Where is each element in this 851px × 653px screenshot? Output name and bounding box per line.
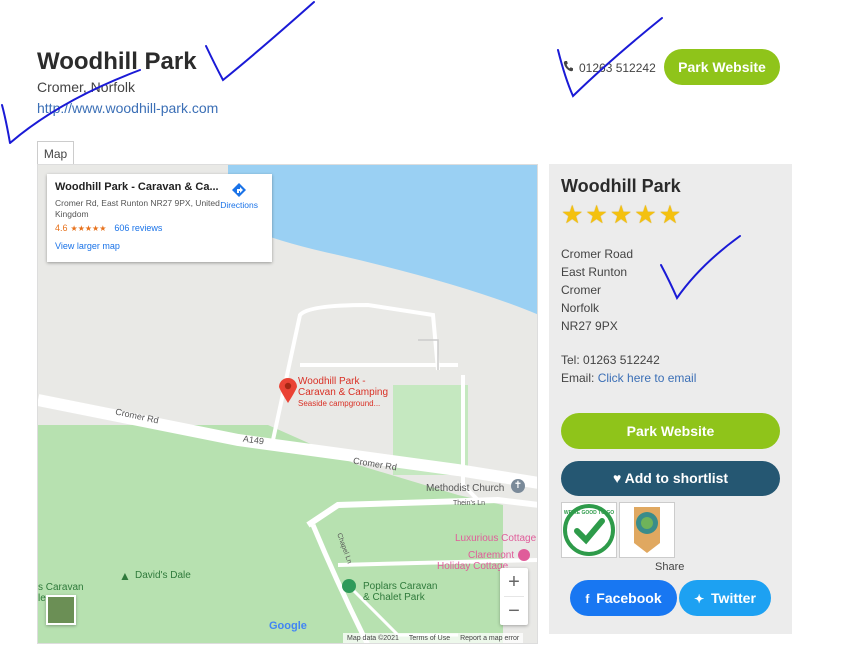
share-label: Share <box>655 561 685 573</box>
panel-website-button[interactable]: Park Website <box>561 413 780 449</box>
facebook-label: Facebook <box>596 590 662 606</box>
caravan-marker-icon <box>342 579 356 593</box>
map-attribution: Map data ©2021 Terms of Use Report a map… <box>343 633 524 643</box>
view-larger-map-link[interactable]: View larger map <box>55 241 264 251</box>
shortlist-label: Add to shortlist <box>624 470 729 486</box>
road-label-theins-ln: Thein's Ln <box>453 500 486 507</box>
poplars-line-2: & Chalet Park <box>363 592 425 603</box>
poplars-line-1: Poplars Caravan <box>363 581 438 592</box>
zoom-controls: + − <box>500 568 528 625</box>
star-icon: ★ <box>658 201 682 229</box>
panel-address: Cromer Road East Runton Cromer Norfolk N… <box>561 245 633 335</box>
tel-label: Tel: <box>561 353 580 367</box>
poi-davids-dale[interactable]: David's Dale <box>135 570 191 581</box>
claremont-line-1: Claremont <box>468 550 515 561</box>
directions-label: Directions <box>220 200 258 210</box>
park-website-link[interactable]: http://www.woodhill-park.com <box>37 100 218 116</box>
email-link[interactable]: Click here to email <box>598 371 697 385</box>
twitter-share-button[interactable]: ✦ Twitter <box>679 580 771 616</box>
email-label: Email: <box>561 371 595 385</box>
facebook-share-button[interactable]: f Facebook <box>570 580 677 616</box>
directions-button[interactable]: Directions <box>220 182 258 210</box>
directions-icon <box>232 183 247 197</box>
address-line: Norfolk <box>561 301 600 315</box>
zoom-in-button[interactable]: + <box>500 568 528 596</box>
star-icon: ★ <box>634 201 657 229</box>
header-phone-number: 01263 512242 <box>579 60 656 75</box>
report-error-link[interactable]: Report a map error <box>460 635 519 643</box>
map-data-text: Map data ©2021 <box>347 635 399 642</box>
map-view[interactable]: Woodhill Park - Caravan & Ca... Cromer R… <box>37 164 538 644</box>
address-line: NR27 9PX <box>561 319 618 333</box>
park-website-button[interactable]: Park Website <box>664 49 780 85</box>
phone-icon <box>563 60 573 75</box>
poi-luxurious-cottage[interactable]: Luxurious Cottage <box>455 533 536 544</box>
tab-map[interactable]: Map <box>37 141 74 166</box>
heart-icon: ♥ <box>612 470 622 486</box>
panel-park-name: Woodhill Park <box>561 176 681 196</box>
header-phone[interactable]: 01263 512242 <box>563 60 656 75</box>
panel-telephone: Tel: 01263 512242 <box>561 353 660 367</box>
facebook-icon: f <box>585 592 590 606</box>
google-logo: Google <box>269 620 307 632</box>
tel-number[interactable]: 01263 512242 <box>583 353 660 367</box>
park-info-panel: Woodhill Park ★ ★ ★ ★ ★ Cromer Road East… <box>549 164 792 634</box>
star-icon: ★ <box>585 201 608 229</box>
star-icon: ★ <box>561 201 584 229</box>
twitter-icon: ✦ <box>694 592 705 606</box>
poi-methodist-church[interactable]: Methodist Church <box>426 483 504 494</box>
star-icon: ★ <box>609 201 633 229</box>
lodging-icon <box>518 549 530 561</box>
park-location: Cromer, Norfolk <box>37 79 136 95</box>
pin-subtitle: Seaside campground... <box>298 399 381 408</box>
pin-title-line-1: Woodhill Park - <box>298 376 366 387</box>
map-card-reviews-link[interactable]: 606 reviews <box>114 223 162 233</box>
add-to-shortlist-button[interactable]: ♥ Add to shortlist <box>561 461 780 496</box>
terms-link[interactable]: Terms of Use <box>409 635 450 643</box>
map-info-card: Woodhill Park - Caravan & Ca... Cromer R… <box>47 174 272 262</box>
church-icon: ✝ <box>511 479 525 493</box>
badge-good-to-go-text: WE'RE GOOD TO GO <box>564 510 614 516</box>
panel-email: Email: Click here to email <box>561 371 696 385</box>
park-title: Woodhill Park <box>37 48 197 75</box>
address-line: Cromer <box>561 283 602 297</box>
address-line: East Runton <box>561 265 628 279</box>
award-badge <box>619 502 675 558</box>
map-card-stars: ★★★★★ <box>70 223 107 233</box>
pin-title-line-2: Caravan & Camping <box>298 387 389 398</box>
map-card-address: Cromer Rd, East Runton NR27 9PX, United … <box>55 198 220 219</box>
park-marker-icon: ▲ <box>119 569 131 583</box>
star-rating: ★ ★ ★ ★ ★ <box>561 201 681 229</box>
address-line: Cromer Road <box>561 247 634 261</box>
map-pin-label: Woodhill Park - Caravan & Camping Seasid… <box>298 376 388 409</box>
twitter-label: Twitter <box>711 590 756 606</box>
zoom-out-button[interactable]: − <box>500 597 528 625</box>
good-to-go-badge: WE'RE GOOD TO GO <box>561 502 617 558</box>
map-card-rating: 4.6 ★★★★★ 606 reviews <box>55 223 264 233</box>
map-card-rating-value: 4.6 <box>55 223 68 233</box>
caravan-left-line-1: s Caravan <box>38 582 84 593</box>
poi-poplars-caravan[interactable]: Poplars Caravan & Chalet Park <box>363 581 437 603</box>
poi-claremont[interactable]: Claremont <box>468 550 514 561</box>
satellite-toggle[interactable] <box>46 595 76 625</box>
poi-claremont-cottage: Holiday Cottage <box>437 561 509 572</box>
map-pin-icon[interactable] <box>278 376 298 409</box>
